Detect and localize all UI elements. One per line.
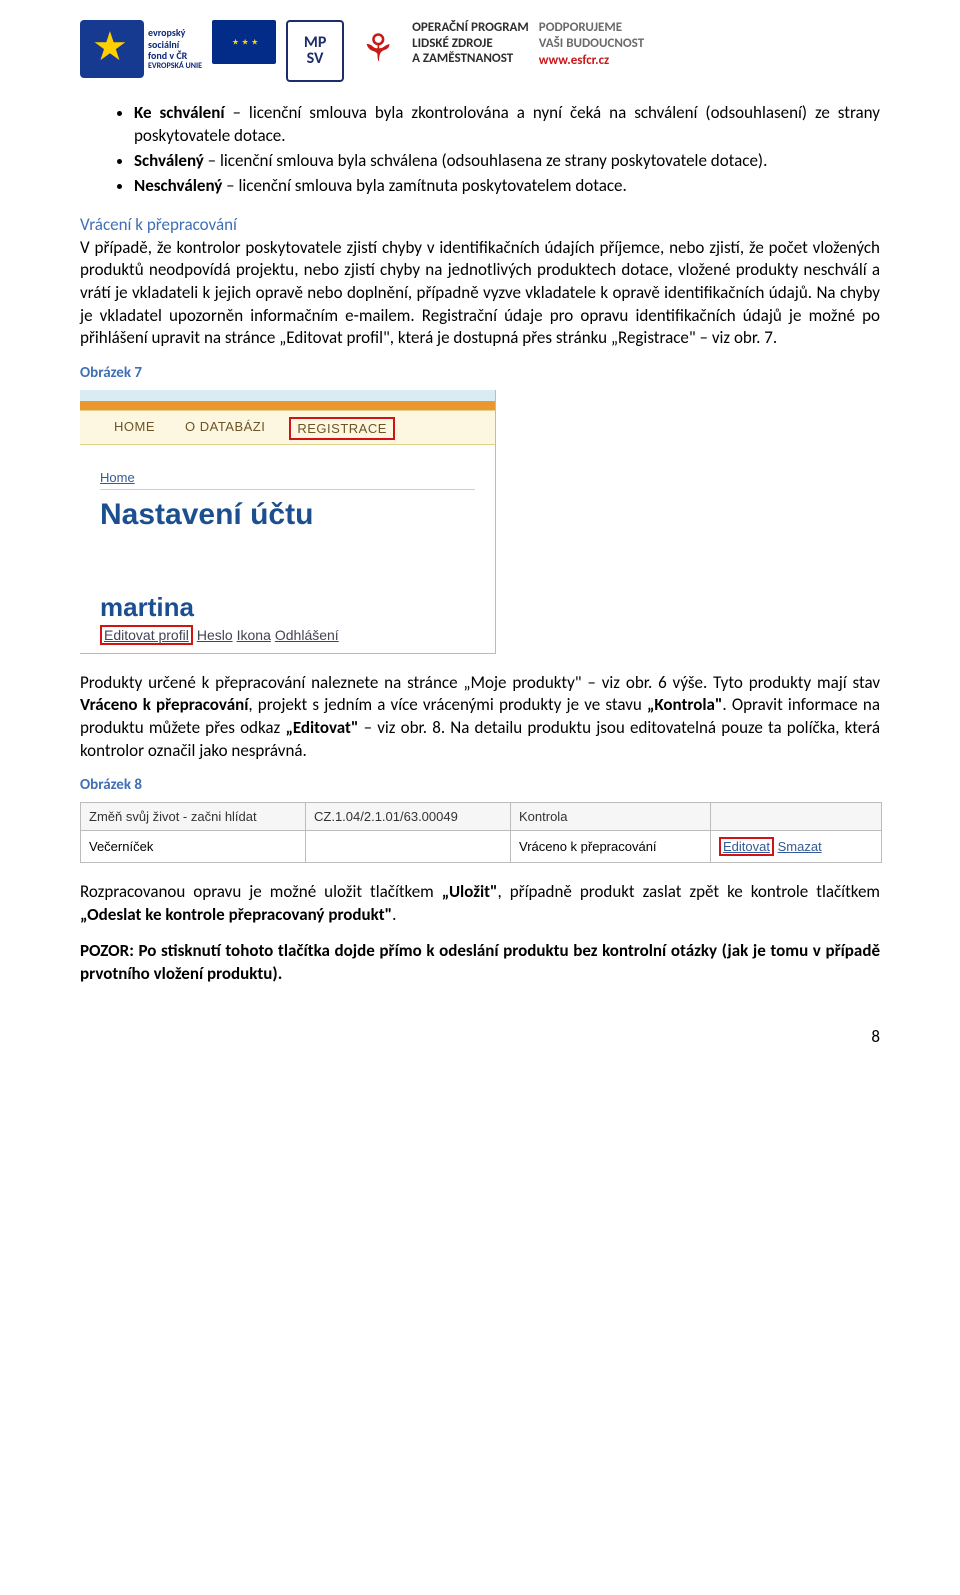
para-vraceni: V případě, že kontrolor poskytovatele zj… bbox=[80, 237, 880, 350]
state-bullet-list: Ke schválení – licenční smlouva byla zko… bbox=[80, 102, 880, 198]
link-icon[interactable]: Ikona bbox=[237, 627, 271, 643]
header-logo-strip: evropský sociální fond v ČR EVROPSKÁ UNI… bbox=[80, 20, 880, 82]
screenshot-7: HOME O DATABÁZI REGISTRACE Home Nastaven… bbox=[80, 390, 496, 654]
bold-kontrola: Kontrola bbox=[654, 694, 715, 715]
cell-project-state: Kontrola bbox=[511, 803, 711, 830]
link-smazat[interactable]: Smazat bbox=[778, 839, 822, 854]
cell-project-code: CZ.1.04/2.1.01/63.00049 bbox=[306, 803, 511, 830]
bullet-schvaleny: Schválený – licenční smlouva byla schvál… bbox=[134, 150, 880, 173]
bullet-text: – licenční smlouva byla schválena (odsou… bbox=[204, 150, 768, 171]
para-products: Produkty určené k přepracování naleznete… bbox=[80, 672, 880, 762]
tab-about[interactable]: O DATABÁZI bbox=[179, 417, 271, 440]
figure-7-label: Obrázek 7 bbox=[80, 364, 880, 382]
support-link: www.esfcr.cz bbox=[539, 53, 644, 69]
support-line2: VAŠI BUDOUCNOST bbox=[539, 36, 644, 52]
bullet-ke-schvaleni: Ke schválení – licenční smlouva byla zko… bbox=[134, 102, 880, 148]
bullet-text: – licenční smlouva byla zkontrolována a … bbox=[134, 102, 880, 146]
para-pozor: POZOR: Po stisknutí tohoto tlačítka dojd… bbox=[80, 940, 880, 985]
link-password[interactable]: Heslo bbox=[197, 627, 233, 643]
mpsv-logo: MP SV bbox=[286, 20, 344, 82]
para-ulozit: Rozpracovanou opravu je možné uložit tla… bbox=[80, 881, 880, 926]
screenshot-8-table: Změň svůj život - začni hlídat CZ.1.04/2… bbox=[80, 802, 882, 863]
section-heading-vraceni: Vrácení k přepracování bbox=[80, 214, 880, 235]
username-display: martina bbox=[100, 592, 475, 623]
cell-product-code bbox=[306, 831, 511, 862]
table-row-product: Večerníček Vráceno k přepracování Editov… bbox=[81, 830, 881, 862]
eu-flag-icon bbox=[212, 20, 276, 64]
esf-star-icon bbox=[80, 20, 144, 78]
tab-registration[interactable]: REGISTRACE bbox=[289, 417, 395, 440]
link-edit-profile[interactable]: Editovat profil bbox=[100, 625, 193, 645]
cell-project-actions bbox=[711, 803, 881, 830]
bullet-label: Neschválený bbox=[134, 175, 222, 196]
breadcrumb-home[interactable]: Home bbox=[100, 470, 135, 485]
esf-logo: evropský sociální fond v ČR EVROPSKÁ UNI… bbox=[80, 20, 202, 78]
op-program-text: OPERAČNÍ PROGRAM LIDSKÉ ZDROJE A ZAMĚSTN… bbox=[412, 20, 529, 67]
bullet-label: Ke schválení bbox=[134, 102, 225, 123]
cell-product-actions: Editovat Smazat bbox=[711, 831, 881, 862]
page-title-nastaveni: Nastavení účtu bbox=[100, 498, 475, 532]
support-block: PODPORUJEME VAŠI BUDOUCNOST www.esfcr.cz bbox=[539, 20, 644, 69]
table-row-project: Změň svůj život - začni hlídat CZ.1.04/2… bbox=[81, 803, 881, 830]
breadcrumb-separator bbox=[100, 489, 475, 490]
tab-home[interactable]: HOME bbox=[108, 417, 161, 440]
bullet-label: Schválený bbox=[134, 150, 204, 171]
cell-project-name: Změň svůj život - začni hlídat bbox=[81, 803, 306, 830]
bold-ulozit: Uložit bbox=[449, 881, 490, 902]
page-number: 8 bbox=[80, 1026, 880, 1047]
bold-vraceno: Vráceno k přepracování bbox=[80, 694, 248, 715]
figure-8-label: Obrázek 8 bbox=[80, 776, 880, 794]
mpsv-bottom: SV bbox=[307, 51, 324, 67]
link-logout[interactable]: Odhlášení bbox=[275, 627, 339, 643]
esf-text-l3: fond v ČR bbox=[148, 50, 202, 62]
bullet-neschvaleny: Neschválený – licenční smlouva byla zamí… bbox=[134, 175, 880, 198]
bold-editovat: Editovat bbox=[293, 717, 351, 738]
op-figure-icon: ⚘ bbox=[354, 20, 402, 78]
cell-product-state: Vráceno k přepracování bbox=[511, 831, 711, 862]
bullet-text: – licenční smlouva byla zamítnuta poskyt… bbox=[222, 175, 626, 196]
esf-text-l1: evropský bbox=[148, 27, 202, 39]
esf-text-l4: EVROPSKÁ UNIE bbox=[148, 62, 202, 71]
screenshot-7-banner bbox=[80, 390, 495, 410]
user-action-row: Editovat profil Heslo Ikona Odhlášení bbox=[100, 625, 475, 651]
link-editovat[interactable]: Editovat bbox=[719, 837, 774, 856]
bold-odeslat: Odeslat ke kontrole přepracovaný produkt bbox=[87, 904, 384, 925]
screenshot-7-tabs: HOME O DATABÁZI REGISTRACE bbox=[80, 410, 495, 445]
support-line1: PODPORUJEME bbox=[539, 20, 644, 36]
cell-product-name: Večerníček bbox=[81, 831, 306, 862]
